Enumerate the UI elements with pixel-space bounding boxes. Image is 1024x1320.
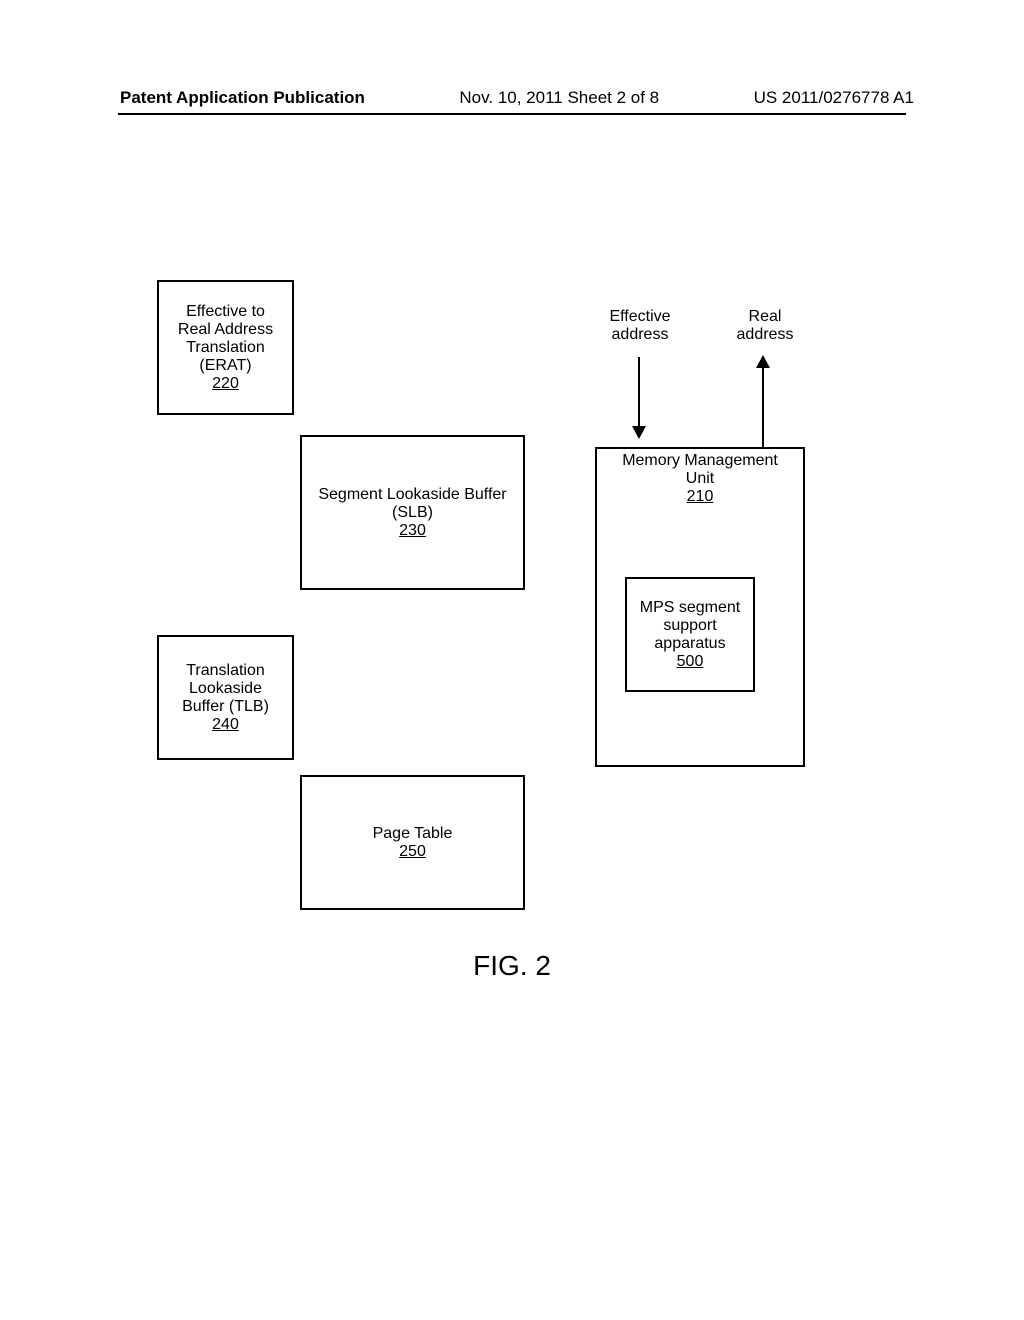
slb-line1: Segment Lookaside Buffer [318,486,506,504]
header-divider [118,113,906,115]
mps-box: MPS segment support apparatus 500 [625,577,755,692]
real-address-label: Real address [720,308,810,344]
mmu-line1: Memory Management [597,452,803,470]
erat-line2: Real Address [178,321,273,339]
slb-ref: 230 [399,522,426,540]
mps-ref: 500 [677,653,704,671]
erat-ref: 220 [212,375,239,393]
pagetable-line1: Page Table [373,825,453,843]
tlb-line2: Lookaside [189,680,262,698]
slb-box: Segment Lookaside Buffer (SLB) 230 [300,435,525,590]
mmu-line2: Unit [597,470,803,488]
mps-line3: apparatus [654,635,725,653]
pagetable-box: Page Table 250 [300,775,525,910]
figure-label: FIG. 2 [0,950,1024,982]
header-left: Patent Application Publication [120,88,365,108]
tlb-ref: 240 [212,716,239,734]
mps-line2: support [663,617,716,635]
real-arrow-up-icon [762,357,764,447]
tlb-line1: Translation [186,662,265,680]
pagetable-ref: 250 [399,843,426,861]
slb-line2: (SLB) [392,504,433,522]
erat-box: Effective to Real Address Translation (E… [157,280,294,415]
mmu-ref: 210 [597,488,803,506]
effective-arrow-down-icon [638,357,640,437]
page-header: Patent Application Publication Nov. 10, … [0,88,1024,108]
erat-line4: (ERAT) [199,357,251,375]
effective-address-label: Effective address [595,308,685,344]
tlb-box: Translation Lookaside Buffer (TLB) 240 [157,635,294,760]
header-right: US 2011/0276778 A1 [754,88,914,108]
header-center: Nov. 10, 2011 Sheet 2 of 8 [459,88,659,108]
erat-line3: Translation [186,339,265,357]
tlb-line3: Buffer (TLB) [182,698,269,716]
mps-line1: MPS segment [640,599,740,617]
erat-line1: Effective to [186,303,265,321]
